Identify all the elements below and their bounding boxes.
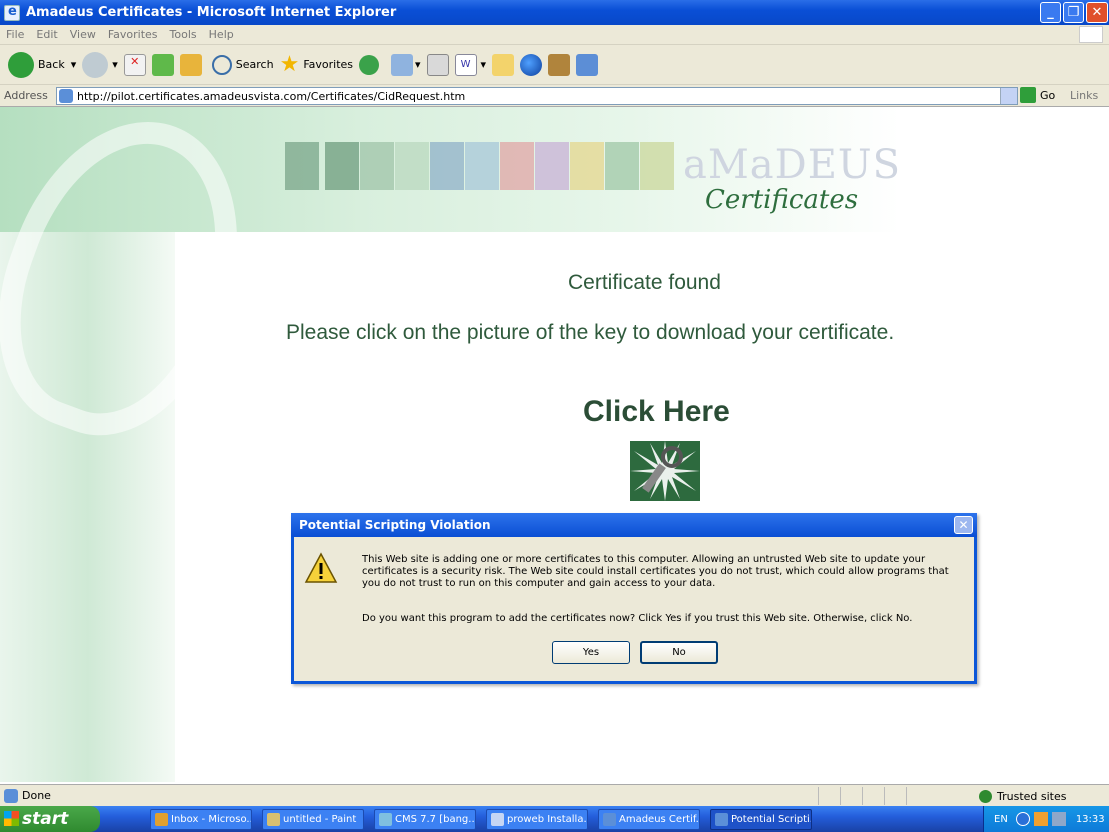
go-button[interactable]: Go — [1020, 87, 1055, 103]
dialog-title: Potential Scripting Violation — [299, 518, 491, 532]
tray-arrow-icon[interactable] — [1015, 812, 1030, 826]
go-arrow-icon — [1020, 87, 1036, 103]
task-amadeus[interactable]: Amadeus Certif... — [598, 809, 700, 830]
windows-logo-icon — [1079, 26, 1103, 43]
media-icon — [359, 54, 380, 75]
dialog-close-button[interactable]: ✕ — [954, 516, 973, 534]
status-bar: Done Trusted sites — [0, 784, 1109, 806]
start-button[interactable]: start — [0, 806, 100, 832]
messenger-people-button[interactable] — [576, 53, 599, 76]
menu-help[interactable]: Help — [209, 28, 234, 41]
toolbar: Back ▾ ▾ ✕ Search ★ Favorites ▾ W ▾ — [0, 45, 1109, 85]
forward-button[interactable]: ▾ — [82, 51, 118, 78]
tray-app-icon[interactable] — [1033, 812, 1048, 826]
home-icon — [179, 53, 202, 76]
messenger-button[interactable] — [520, 53, 543, 76]
stop-button[interactable]: ✕ — [123, 53, 146, 76]
dialog-title-bar[interactable]: Potential Scripting Violation ✕ — [291, 513, 977, 537]
status-text: Done — [22, 789, 51, 802]
key-icon[interactable] — [630, 441, 700, 501]
address-dropdown-icon[interactable] — [1000, 88, 1017, 104]
windows-flag-icon — [4, 811, 19, 826]
search-icon — [211, 54, 232, 75]
research-button[interactable] — [548, 53, 571, 76]
people-icon — [576, 53, 599, 76]
menu-edit[interactable]: Edit — [36, 28, 57, 41]
task-paint[interactable]: untitled - Paint — [262, 809, 364, 830]
back-button[interactable]: Back ▾ — [8, 51, 76, 78]
print-button[interactable] — [426, 53, 449, 76]
warning-icon — [304, 552, 338, 584]
refresh-icon — [151, 53, 174, 76]
maximize-button[interactable]: ❐ — [1063, 2, 1084, 23]
task-proweb[interactable]: proweb Installa... — [486, 809, 588, 830]
task-inbox[interactable]: Inbox - Microso... — [150, 809, 252, 830]
menu-file[interactable]: File — [6, 28, 24, 41]
task-potential-scripting[interactable]: Potential Scripti... — [710, 809, 812, 830]
dialog-question: Do you want this program to add the cert… — [362, 613, 913, 624]
network-icon[interactable] — [1051, 812, 1066, 826]
page-status-icon — [4, 788, 18, 803]
print-icon — [426, 53, 449, 76]
refresh-button[interactable] — [151, 53, 174, 76]
task-cms[interactable]: CMS 7.7 [bang... — [374, 809, 476, 830]
links-button[interactable]: Links — [1070, 89, 1098, 102]
page-icon — [59, 89, 73, 103]
word-icon: W — [454, 53, 477, 76]
address-bar: Address http://pilot.certificates.amadeu… — [0, 85, 1109, 107]
clock[interactable]: 13:33 — [1076, 814, 1105, 825]
star-icon: ★ — [279, 52, 300, 77]
no-button[interactable]: No — [640, 641, 718, 664]
address-input[interactable]: http://pilot.certificates.amadeusvista.c… — [56, 87, 1018, 105]
address-url: http://pilot.certificates.amadeusvista.c… — [77, 89, 466, 103]
mail-button[interactable]: ▾ — [391, 53, 421, 76]
click-here-link[interactable]: Click Here — [583, 395, 730, 429]
system-tray: EN 13:33 — [983, 806, 1109, 832]
home-button[interactable] — [179, 53, 202, 76]
certificate-found-text: Certificate found — [568, 271, 721, 294]
window-title-bar[interactable]: Amadeus Certificates - Microsoft Interne… — [0, 0, 1109, 25]
menu-tools[interactable]: Tools — [170, 28, 197, 41]
address-label: Address — [4, 89, 48, 102]
research-icon — [548, 53, 571, 76]
yes-button[interactable]: Yes — [552, 641, 630, 664]
window-title: Amadeus Certificates - Microsoft Interne… — [26, 5, 397, 20]
minimize-button[interactable]: _ — [1040, 2, 1061, 23]
security-dialog: Potential Scripting Violation ✕ This Web… — [291, 513, 977, 684]
stop-icon: ✕ — [123, 53, 146, 76]
trusted-zone-icon — [979, 789, 992, 803]
close-button[interactable]: ✕ — [1086, 2, 1108, 23]
folder-icon — [492, 53, 515, 76]
security-zone: Trusted sites — [997, 789, 1067, 803]
ie-window-icon[interactable] — [4, 4, 20, 21]
instruction-text: Please click on the picture of the key t… — [286, 321, 895, 344]
search-button[interactable]: Search — [211, 54, 274, 75]
taskbar: start Inbox - Microso... untitled - Pain… — [0, 806, 1109, 832]
globe-icon — [520, 53, 543, 76]
favorites-button[interactable]: ★ Favorites — [280, 52, 353, 77]
folder-button[interactable] — [492, 53, 515, 76]
mail-icon — [391, 53, 414, 76]
menu-favorites[interactable]: Favorites — [108, 28, 158, 41]
menu-bar: File Edit View Favorites Tools Help — [0, 25, 1109, 45]
back-arrow-icon — [8, 51, 34, 78]
forward-arrow-icon — [82, 51, 109, 78]
media-button[interactable] — [359, 54, 380, 75]
amadeus-logo-text: aMaDEUS — [683, 142, 902, 188]
dialog-message: This Web site is adding one or more cert… — [362, 554, 949, 589]
certificates-logo-text: Certificates — [705, 185, 859, 215]
language-indicator[interactable]: EN — [994, 814, 1008, 825]
menu-view[interactable]: View — [70, 28, 96, 41]
edit-button[interactable]: W ▾ — [454, 53, 486, 76]
